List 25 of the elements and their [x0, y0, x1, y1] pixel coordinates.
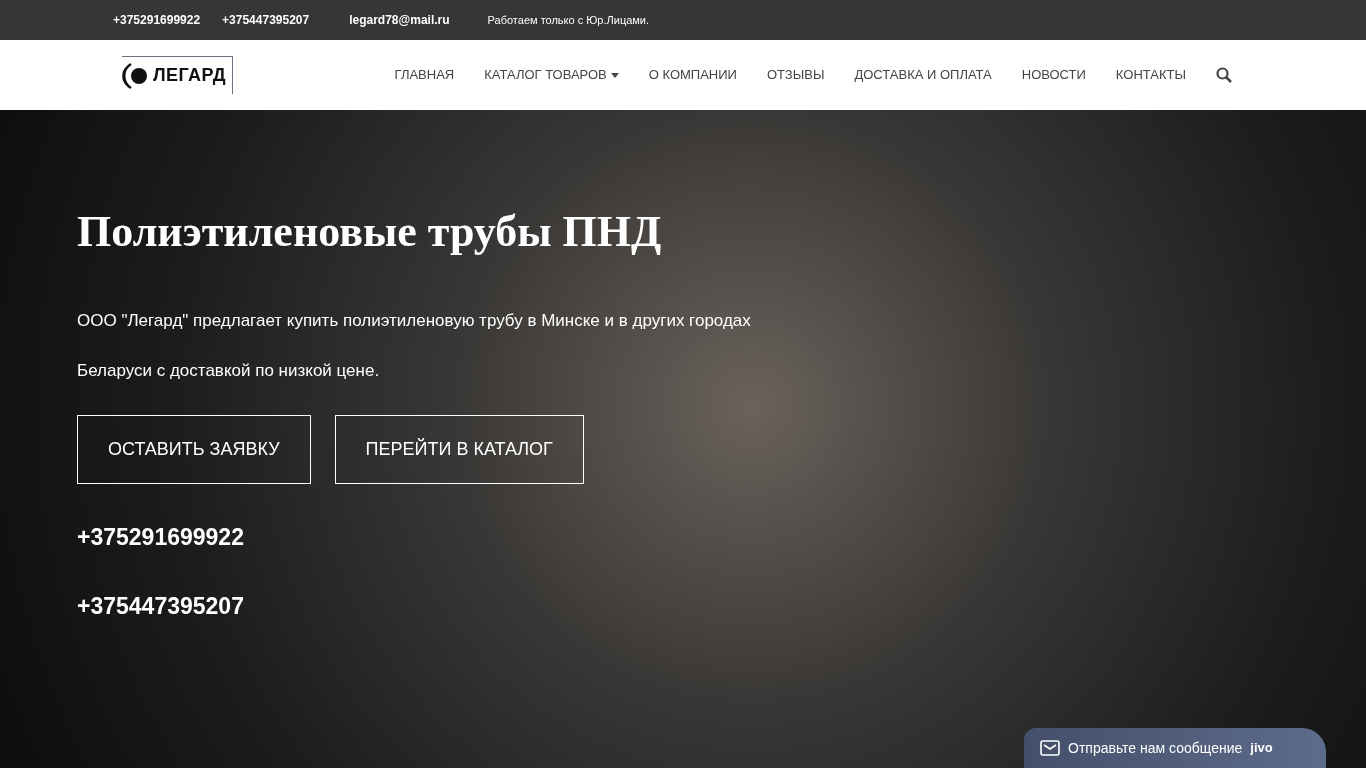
- hero-title: Полиэтиленовые трубы ПНД: [77, 210, 663, 254]
- hero-phone[interactable]: +375447395207: [77, 588, 1366, 623]
- chat-widget[interactable]: Отправьте нам сообщение jivo: [1024, 728, 1326, 768]
- hero-phone[interactable]: +375291699922: [77, 520, 1366, 555]
- nav-link[interactable]: О КОМПАНИИ: [648, 65, 737, 85]
- nav-link[interactable]: ДОСТАВКА И ОПЛАТА: [854, 65, 992, 85]
- nav-link[interactable]: ГЛАВНАЯ: [394, 65, 455, 85]
- logo[interactable]: ЛЕГАРД: [122, 56, 234, 94]
- nav-link[interactable]: ОТЗЫВЫ: [766, 65, 825, 85]
- mail-icon: [1040, 740, 1060, 756]
- logo-text: ЛЕГАРД: [153, 64, 227, 87]
- chat-label: Отправьте нам сообщение: [1068, 738, 1243, 758]
- search-icon[interactable]: [1216, 67, 1232, 83]
- phone-link[interactable]: +375291699922: [113, 11, 201, 29]
- hero-description: Беларуси с доставкой по низкой цене.: [77, 359, 381, 382]
- hero-button[interactable]: ПЕРЕЙТИ В КАТАЛОГ: [334, 415, 584, 484]
- nav-link[interactable]: КОНТАКТЫ: [1115, 65, 1186, 85]
- email-link[interactable]: legard78@mail.ru: [349, 11, 450, 29]
- hero-button[interactable]: ОСТАВИТЬ ЗАЯВКУ: [77, 415, 311, 484]
- chat-brand: jivo: [1250, 739, 1273, 758]
- nav-link[interactable]: КАТАЛОГ ТОВАРОВ: [484, 65, 619, 85]
- notice-text: Работаем только с Юр.Лицами.: [487, 12, 650, 28]
- nav-link[interactable]: НОВОСТИ: [1021, 65, 1086, 85]
- phone-link[interactable]: +375447395207: [222, 11, 310, 29]
- hero-description: ООО "Легард" предлагает купить полиэтиленовую трубу в Минске и в других городах: [77, 310, 752, 332]
